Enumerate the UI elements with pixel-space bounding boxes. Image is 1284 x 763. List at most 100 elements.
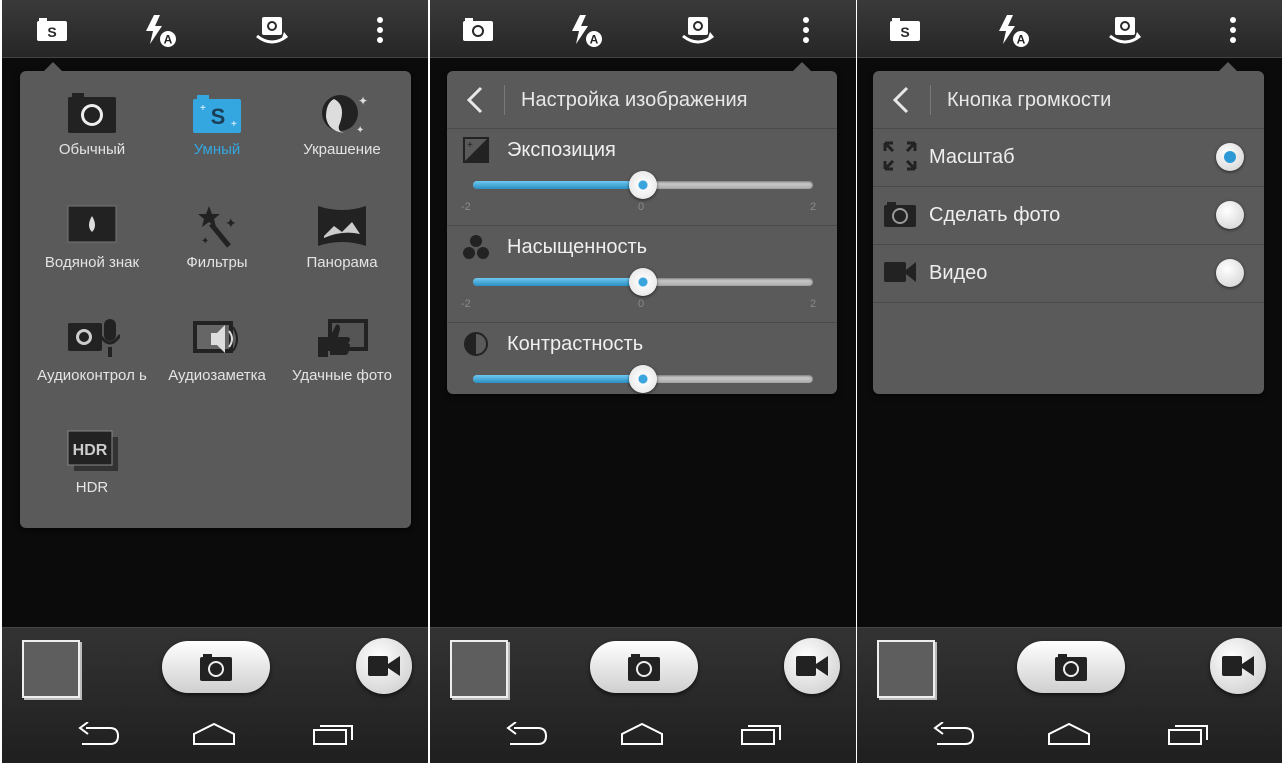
camera-icon	[628, 654, 660, 681]
watermark-icon	[67, 205, 117, 243]
svg-text:S: S	[900, 24, 909, 40]
shutter-button[interactable]	[1017, 641, 1125, 693]
mode-filters[interactable]: ✦ ✦ Фильтры	[154, 202, 280, 271]
screen-image-settings: A Настройка изображения + Экспозиция -2 …	[430, 0, 856, 763]
switch-camera-icon[interactable]	[1107, 12, 1143, 48]
option-take-photo[interactable]: Сделать фото	[873, 187, 1264, 245]
setting-exposure: + Экспозиция -2 0 2	[447, 133, 837, 225]
slider-ticks: -2 0 2	[461, 201, 817, 213]
panel-title: Настройка изображения	[521, 89, 748, 111]
mode-panorama[interactable]: Панорама	[279, 202, 405, 271]
more-options-icon[interactable]	[788, 12, 824, 48]
mode-audio-control[interactable]: Аудиоконтрол ь	[29, 315, 155, 384]
mode-watermark[interactable]: Водяной знак	[29, 202, 155, 271]
top-bar: S A	[2, 0, 428, 58]
slider-knob[interactable]	[629, 171, 657, 199]
panel-title: Кнопка громкости	[947, 89, 1112, 111]
recent-apps-icon[interactable]	[740, 722, 784, 746]
home-icon[interactable]	[620, 722, 664, 746]
svg-text:✦: ✦	[358, 94, 368, 108]
back-icon[interactable]	[76, 722, 120, 746]
radio-button[interactable]	[1216, 201, 1244, 229]
hdr-icon: HDR	[67, 430, 118, 471]
flash-auto-icon[interactable]: A	[995, 12, 1031, 48]
zoom-icon	[883, 141, 917, 171]
camera-icon	[200, 654, 232, 681]
radio-button[interactable]	[1216, 143, 1244, 171]
home-icon[interactable]	[1047, 722, 1091, 746]
filters-icon: ✦✦	[198, 206, 237, 248]
mode-good-photos[interactable]: Удачные фото	[279, 315, 405, 384]
video-icon	[884, 262, 916, 282]
back-icon[interactable]	[931, 722, 975, 746]
mode-hdr[interactable]: HDR HDR	[29, 427, 155, 496]
svg-text:A: A	[590, 33, 599, 47]
top-bar: A	[430, 0, 856, 58]
audio-note-icon	[193, 321, 238, 353]
panel-header: Кнопка громкости	[873, 71, 1264, 129]
camera-icon	[1055, 654, 1087, 681]
svg-text:✦: ✦	[201, 236, 209, 247]
volume-key-panel: Кнопка громкости Масштаб Сделать фото Ви…	[873, 62, 1264, 394]
smart-mode-icon[interactable]: S	[34, 12, 70, 48]
camera-icon	[68, 93, 116, 133]
saturation-slider[interactable]	[473, 268, 813, 296]
mode-audio-note[interactable]: Аудиозаметка	[154, 315, 280, 384]
panel-header: Настройка изображения	[447, 71, 837, 129]
camera-icon[interactable]	[460, 12, 496, 48]
bottom-controls	[2, 627, 428, 763]
back-icon[interactable]	[504, 722, 548, 746]
shutter-button[interactable]	[590, 641, 698, 693]
contrast-icon	[464, 332, 488, 356]
home-icon[interactable]	[192, 722, 236, 746]
flash-auto-icon[interactable]: A	[568, 12, 604, 48]
video-record-button[interactable]	[1210, 638, 1266, 694]
switch-camera-icon[interactable]	[254, 12, 290, 48]
option-video[interactable]: Видео	[873, 245, 1264, 303]
recent-apps-icon[interactable]	[312, 722, 356, 746]
svg-text:HDR: HDR	[73, 442, 108, 459]
saturation-icon	[463, 235, 489, 259]
mode-beauty[interactable]: ✦ ✦ Украшение	[279, 89, 405, 158]
exposure-slider[interactable]	[473, 171, 813, 199]
mode-smart[interactable]: S + + Умный	[154, 89, 280, 158]
slider-knob[interactable]	[629, 365, 657, 393]
switch-camera-icon[interactable]	[680, 12, 716, 48]
radio-button[interactable]	[1216, 259, 1244, 287]
camera-icon	[884, 202, 916, 227]
smart-mode-icon[interactable]: S	[887, 12, 923, 48]
back-arrow-icon[interactable]	[461, 85, 489, 115]
gallery-thumbnail[interactable]	[877, 640, 935, 698]
gallery-thumbnail[interactable]	[450, 640, 508, 698]
svg-text:✦: ✦	[225, 215, 237, 231]
exposure-icon: +	[463, 137, 489, 163]
shutter-button[interactable]	[162, 641, 270, 693]
svg-text:✦: ✦	[356, 125, 364, 136]
svg-text:A: A	[164, 33, 173, 47]
beauty-icon: ✦✦	[322, 94, 368, 136]
screen-mode-menu: S A Обычный S + + Умный ✦ ✦ Украшение Водян…	[2, 0, 428, 763]
video-icon	[796, 656, 828, 676]
recent-apps-icon[interactable]	[1167, 722, 1211, 746]
panorama-icon	[318, 206, 366, 246]
setting-saturation: Насыщенность -2 0 2	[447, 230, 837, 322]
video-icon	[1222, 656, 1254, 676]
video-record-button[interactable]	[784, 638, 840, 694]
good-photos-icon	[318, 319, 368, 357]
top-bar: S A	[857, 0, 1282, 58]
option-zoom[interactable]: Масштаб	[873, 129, 1264, 187]
screen-volume-key: S A Кнопка громкости Масштаб Сделать фот…	[857, 0, 1282, 763]
svg-text:S: S	[47, 24, 56, 40]
svg-text:S: S	[211, 104, 226, 129]
contrast-slider[interactable]	[473, 365, 813, 393]
mode-normal[interactable]: Обычный	[29, 89, 155, 158]
video-record-button[interactable]	[356, 638, 412, 694]
video-icon	[368, 656, 400, 676]
back-arrow-icon[interactable]	[887, 85, 915, 115]
gallery-thumbnail[interactable]	[22, 640, 80, 698]
flash-auto-icon[interactable]: A	[142, 12, 178, 48]
slider-knob[interactable]	[629, 268, 657, 296]
setting-contrast: Контрастность	[447, 327, 837, 393]
more-options-icon[interactable]	[1215, 12, 1251, 48]
more-options-icon[interactable]	[362, 12, 398, 48]
